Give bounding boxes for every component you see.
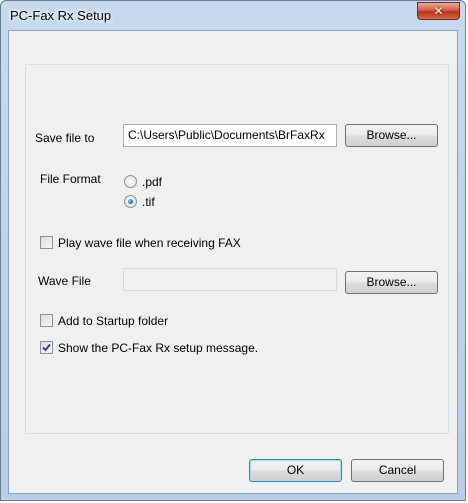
radio-selected-dot xyxy=(128,199,133,204)
pdf-radio-label[interactable]: .pdf xyxy=(142,175,162,189)
show-setup-label[interactable]: Show the PC-Fax Rx setup message. xyxy=(58,341,258,355)
dialog-window: PC-Fax Rx Setup ✕ Save file to C:\Users\… xyxy=(0,0,466,501)
cancel-button[interactable]: Cancel xyxy=(351,459,444,482)
startup-checkbox[interactable] xyxy=(40,314,53,327)
settings-group: Save file to C:\Users\Public\Documents\B… xyxy=(25,64,449,434)
tif-radio-label[interactable]: .tif xyxy=(142,195,155,209)
ok-button[interactable]: OK xyxy=(249,459,342,482)
checkmark-icon xyxy=(42,343,51,352)
save-file-label: Save file to xyxy=(35,131,95,145)
file-format-label: File Format xyxy=(40,172,101,186)
wave-file-label: Wave File xyxy=(38,274,91,288)
play-wave-label[interactable]: Play wave file when receiving FAX xyxy=(58,236,241,250)
pdf-radio[interactable] xyxy=(124,175,137,188)
startup-label[interactable]: Add to Startup folder xyxy=(58,314,168,328)
title-bar[interactable]: PC-Fax Rx Setup ✕ xyxy=(1,1,465,30)
close-button[interactable]: ✕ xyxy=(417,2,460,20)
play-wave-checkbox[interactable] xyxy=(40,236,53,249)
tif-radio[interactable] xyxy=(124,195,137,208)
show-setup-checkbox[interactable] xyxy=(40,341,53,354)
window-title: PC-Fax Rx Setup xyxy=(10,8,112,23)
wave-browse-button[interactable]: Browse... xyxy=(345,271,438,294)
save-path-field[interactable]: C:\Users\Public\Documents\BrFaxRx xyxy=(123,124,337,147)
dialog-client-area: Save file to C:\Users\Public\Documents\B… xyxy=(8,30,458,494)
wave-file-field[interactable] xyxy=(123,268,337,291)
save-browse-button[interactable]: Browse... xyxy=(345,124,438,147)
